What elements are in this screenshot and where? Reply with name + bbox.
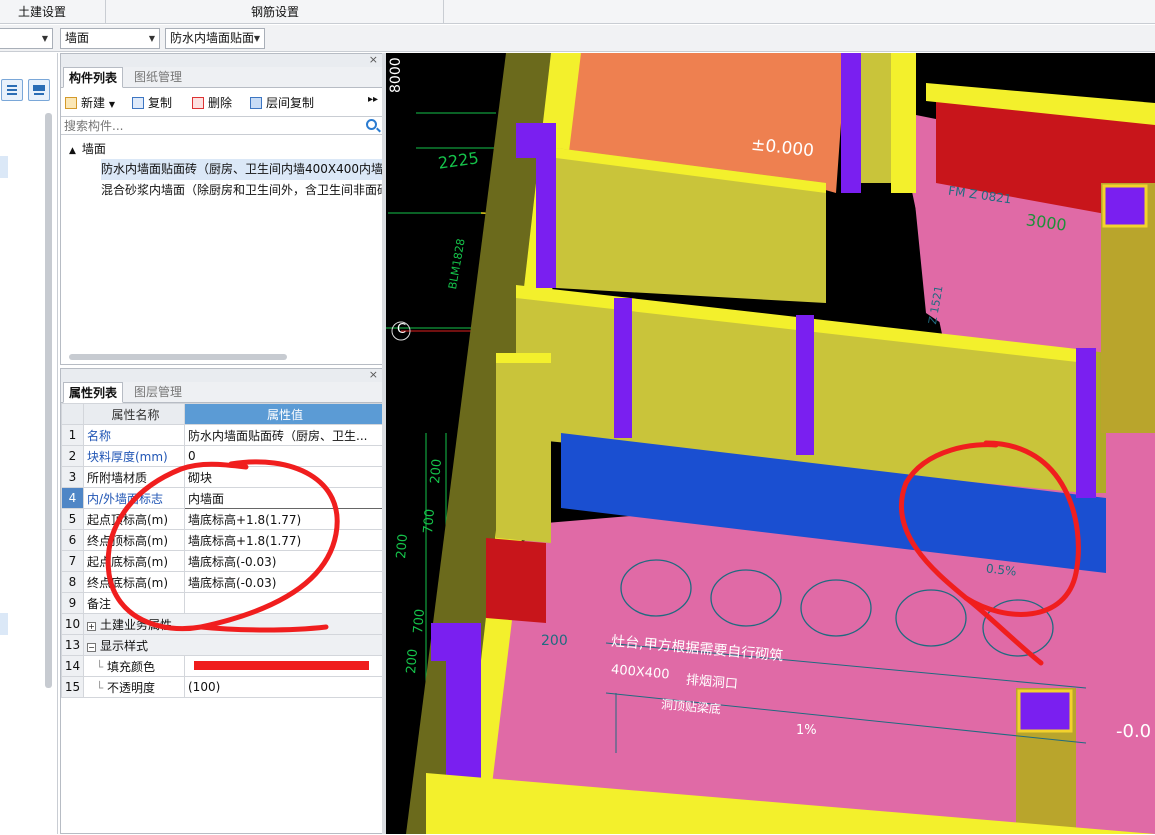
close-icon[interactable]: ×: [369, 53, 378, 66]
tab-rebar-settings[interactable]: 钢筋设置: [106, 0, 444, 24]
top-menu-bar: 土建设置 钢筋设置: [0, 0, 1155, 24]
dimension-label: 200: [394, 533, 412, 560]
chevron-down-icon: ▼: [253, 34, 261, 43]
elevation-label: -0.0: [1116, 721, 1152, 742]
floor-selector[interactable]: ▼: [0, 28, 53, 49]
search-icon[interactable]: [366, 119, 377, 130]
list-view-icon[interactable]: [1, 79, 23, 101]
chevron-down-icon: ▼: [148, 34, 156, 43]
model-3d-viewport[interactable]: 8000 2225 ±0.000 FM Z 0821 3000 BLM1828 …: [386, 53, 1155, 834]
component-list-panel: × 构件列表 图纸管理 新建 ▼ 复制 删除 层间复制 ▸▸ ▲墙面 防水内墙面…: [60, 53, 383, 365]
chevron-down-icon: ▼: [41, 34, 49, 43]
nav-selected-marker: [0, 613, 8, 635]
topbar-divider: [443, 0, 444, 24]
copy-button[interactable]: 复制: [132, 94, 172, 112]
nav-scrollbar[interactable]: [45, 113, 52, 688]
handdrawn-annotation-circle: [105, 459, 340, 633]
new-button[interactable]: 新建 ▼: [65, 94, 115, 112]
tree-root[interactable]: ▲ 墙面: [69, 139, 379, 159]
dimension-label: 8000: [388, 57, 404, 93]
nav-selected-marker: [0, 156, 8, 178]
left-navigation-strip: [0, 53, 58, 834]
tab-civil-settings[interactable]: 土建设置: [0, 0, 84, 24]
dimension-label: 200: [428, 458, 446, 485]
selector-toolbar: ▼ 墙面 ▼ 防水内墙面贴面 ▼: [0, 25, 1155, 52]
delete-button[interactable]: 删除: [192, 94, 232, 112]
dimension-label: 200: [404, 648, 422, 675]
tab-drawing-management[interactable]: 图纸管理: [129, 67, 187, 88]
copy-icon: [132, 97, 144, 109]
slope-label: 1%: [796, 723, 817, 738]
axis-label-c: C: [397, 322, 407, 337]
delete-icon: [192, 97, 204, 109]
dimension-label: 700: [421, 508, 439, 535]
dimension-label: 700: [411, 608, 429, 635]
card-view-icon[interactable]: [28, 79, 50, 101]
search-input[interactable]: [61, 117, 351, 134]
chevron-down-icon: ▼: [108, 100, 115, 109]
floor-copy-button[interactable]: 层间复制: [250, 94, 314, 112]
dimension-label: 200: [541, 633, 568, 649]
floor-copy-icon: [250, 97, 262, 109]
tab-component-list[interactable]: 构件列表: [63, 67, 124, 88]
new-icon: [65, 97, 77, 109]
property-panel: × 属性列表 图层管理 属性名称 属性值 1 名称 防水内墙面贴面砖（厨房、卫生…: [60, 368, 383, 834]
list-item[interactable]: 混合砂浆内墙面（除厨房和卫生间外，含卫生间非面砖: [101, 180, 382, 201]
component-value: 防水内墙面贴面: [170, 31, 255, 45]
component-type-value: 墙面: [65, 31, 90, 45]
component-selector[interactable]: 防水内墙面贴面 ▼: [165, 28, 265, 49]
component-search: [61, 116, 382, 135]
model-canvas: [386, 53, 1155, 834]
collapse-icon[interactable]: ▲: [69, 146, 76, 156]
more-icon[interactable]: ▸▸: [368, 94, 378, 105]
horizontal-scrollbar[interactable]: [69, 354, 287, 360]
component-type-selector[interactable]: 墙面 ▼: [60, 28, 160, 49]
list-item[interactable]: 防水内墙面贴面砖（厨房、卫生间内墙400X400内墙: [101, 159, 382, 180]
